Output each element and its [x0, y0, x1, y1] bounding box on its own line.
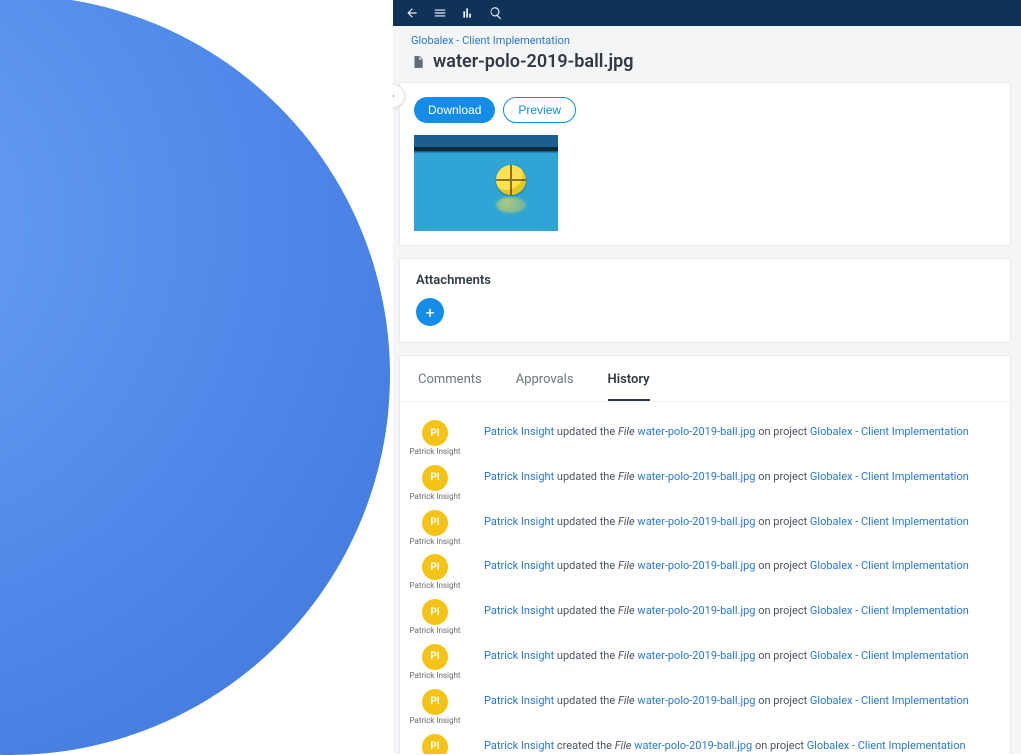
topbar	[393, 0, 1021, 26]
avatar-column: PI Patrick Insight	[404, 465, 466, 502]
project-link[interactable]: Globalex - Client Implementation	[810, 470, 969, 483]
history-entry: PIPatrick InsightPatrick Insight updated…	[404, 550, 988, 595]
user-link[interactable]: Patrick Insight	[484, 470, 554, 483]
history-entry: PIPatrick InsightPatrick Insight updated…	[404, 595, 988, 640]
user-link[interactable]: Patrick Insight	[484, 515, 554, 528]
chevron-right-icon	[393, 91, 398, 101]
avatar-name: Patrick Insight	[409, 448, 460, 457]
project-link[interactable]: Globalex - Client Implementation	[810, 559, 969, 572]
user-link[interactable]: Patrick Insight	[484, 739, 554, 752]
file-link[interactable]: water-polo-2019-ball.jpg	[637, 649, 755, 662]
avatar-name: Patrick Insight	[409, 717, 460, 726]
breadcrumb[interactable]: Globalex - Client Implementation	[411, 34, 1003, 47]
page-title: water-polo-2019-ball.jpg	[433, 51, 634, 72]
avatar-name: Patrick Insight	[409, 493, 460, 502]
history-entry: PIPatrick InsightPatrick Insight created…	[404, 730, 988, 754]
avatar: PI	[422, 734, 448, 754]
title-row: water-polo-2019-ball.jpg	[411, 51, 1003, 72]
avatar-column: PI Patrick Insight	[404, 644, 466, 681]
project-link[interactable]: Globalex - Client Implementation	[810, 515, 969, 528]
file-link[interactable]: water-polo-2019-ball.jpg	[637, 425, 755, 438]
file-link[interactable]: water-polo-2019-ball.jpg	[637, 515, 755, 528]
add-attachment-button[interactable]: +	[416, 298, 444, 326]
user-link[interactable]: Patrick Insight	[484, 559, 554, 572]
history-text: Patrick Insight updated the File water-p…	[484, 599, 969, 618]
avatar: PI	[422, 510, 448, 536]
chart-icon[interactable]	[461, 6, 475, 20]
avatar-column: PI Patrick Insight	[404, 554, 466, 591]
history-text: Patrick Insight updated the File water-p…	[484, 644, 969, 663]
avatar-name: Patrick Insight	[409, 538, 460, 547]
history-text: Patrick Insight updated the File water-p…	[484, 420, 969, 439]
tab-history[interactable]: History	[608, 372, 650, 401]
history-entry: PIPatrick InsightPatrick Insight updated…	[404, 685, 988, 730]
history-entry: PIPatrick InsightPatrick Insight updated…	[404, 640, 988, 685]
history-text: Patrick Insight created the File water-p…	[484, 734, 966, 753]
tab-comments[interactable]: Comments	[418, 372, 482, 401]
tab-approvals[interactable]: Approvals	[516, 372, 574, 401]
file-link[interactable]: water-polo-2019-ball.jpg	[637, 559, 755, 572]
project-link[interactable]: Globalex - Client Implementation	[810, 694, 969, 707]
file-thumbnail[interactable]	[414, 135, 558, 231]
app-panel: Globalex - Client Implementation water-p…	[393, 0, 1021, 754]
menu-icon[interactable]	[433, 6, 447, 20]
decorative-bg-circle	[0, 0, 390, 755]
history-entry: PIPatrick InsightPatrick Insight updated…	[404, 506, 988, 551]
avatar: PI	[422, 689, 448, 715]
attachments-card: Attachments +	[399, 258, 1011, 343]
file-link[interactable]: water-polo-2019-ball.jpg	[637, 470, 755, 483]
preview-button[interactable]: Preview	[503, 97, 576, 123]
file-link[interactable]: water-polo-2019-ball.jpg	[637, 694, 755, 707]
file-link[interactable]: water-polo-2019-ball.jpg	[637, 604, 755, 617]
project-link[interactable]: Globalex - Client Implementation	[810, 649, 969, 662]
avatar-column: PI Patrick Insight	[404, 510, 466, 547]
preview-card: Download Preview	[399, 82, 1011, 246]
avatar-column: PI Patrick Insight	[404, 599, 466, 636]
user-link[interactable]: Patrick Insight	[484, 425, 554, 438]
avatar: PI	[422, 599, 448, 625]
avatar-name: Patrick Insight	[409, 582, 460, 591]
back-arrow-icon[interactable]	[405, 6, 419, 20]
avatar-column: PI Patrick Insight	[404, 420, 466, 457]
history-list: PIPatrick InsightPatrick Insight updated…	[400, 402, 1010, 754]
avatar-name: Patrick Insight	[409, 672, 460, 681]
avatar: PI	[422, 420, 448, 446]
avatar-name: Patrick Insight	[409, 627, 460, 636]
attachments-heading: Attachments	[416, 273, 994, 288]
history-entry: PIPatrick InsightPatrick Insight updated…	[404, 416, 988, 461]
history-entry: PIPatrick InsightPatrick Insight updated…	[404, 461, 988, 506]
project-link[interactable]: Globalex - Client Implementation	[807, 739, 966, 752]
avatar-column: PI Patrick Insight	[404, 689, 466, 726]
history-text: Patrick Insight updated the File water-p…	[484, 689, 969, 708]
file-link[interactable]: water-polo-2019-ball.jpg	[634, 739, 752, 752]
user-link[interactable]: Patrick Insight	[484, 694, 554, 707]
download-button[interactable]: Download	[414, 97, 495, 123]
project-link[interactable]: Globalex - Client Implementation	[810, 604, 969, 617]
avatar: PI	[422, 465, 448, 491]
content-area: Download Preview Attachments + Comments …	[393, 82, 1021, 754]
avatar: PI	[422, 644, 448, 670]
file-image-icon	[411, 55, 425, 69]
action-buttons: Download Preview	[414, 97, 996, 123]
tabs: Comments Approvals History	[400, 356, 1010, 402]
history-text: Patrick Insight updated the File water-p…	[484, 554, 969, 573]
user-link[interactable]: Patrick Insight	[484, 649, 554, 662]
page-header: Globalex - Client Implementation water-p…	[393, 26, 1021, 82]
avatar: PI	[422, 554, 448, 580]
history-text: Patrick Insight updated the File water-p…	[484, 465, 969, 484]
user-link[interactable]: Patrick Insight	[484, 604, 554, 617]
project-link[interactable]: Globalex - Client Implementation	[810, 425, 969, 438]
search-icon[interactable]	[489, 6, 503, 20]
avatar-column: PIPatrick Insight	[404, 734, 466, 754]
history-text: Patrick Insight updated the File water-p…	[484, 510, 969, 529]
activity-card: Comments Approvals History PI Patrick Ins…	[399, 355, 1011, 754]
